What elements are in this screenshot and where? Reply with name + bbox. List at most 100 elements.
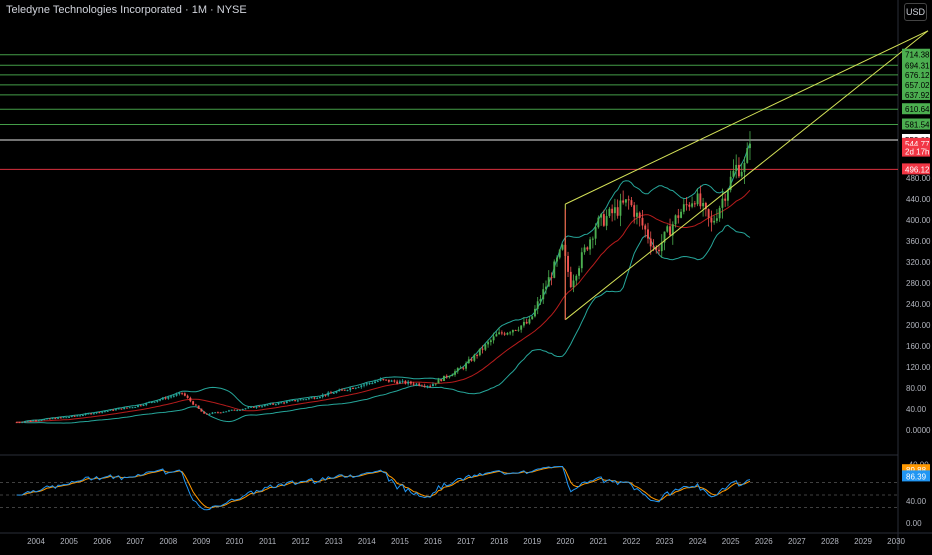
time-tick-label: 2008 (159, 537, 177, 546)
candle-body (669, 226, 671, 236)
candle-body (186, 395, 189, 398)
candle-body (688, 204, 691, 207)
candle-body (613, 207, 616, 214)
candle-body (509, 332, 512, 334)
candle-body (434, 383, 437, 385)
candle-body (382, 379, 385, 381)
price-tick-label: 320.00 (906, 258, 931, 267)
candle-body (702, 202, 705, 207)
candle-body (556, 257, 558, 262)
candle-body (103, 411, 106, 413)
candle-body (81, 414, 84, 416)
candle-body (291, 400, 294, 402)
candle-body (332, 392, 335, 394)
candle-body (167, 397, 170, 399)
candle-body (73, 415, 76, 417)
candle-body (500, 332, 503, 334)
candle-body (746, 148, 749, 163)
candle-body (310, 397, 313, 399)
candle-body (48, 418, 51, 420)
candle-body (514, 330, 517, 332)
chart-area[interactable]: 480.00 440.00 400.00 360.00 320.00 280.00 240.… (0, 0, 932, 550)
candle-body (205, 413, 208, 415)
candle-body (710, 217, 713, 223)
candle-body (203, 411, 206, 414)
candle-body (214, 412, 217, 414)
candle-body (404, 380, 407, 384)
candle-body (740, 171, 743, 177)
time-tick-label: 2017 (457, 537, 475, 546)
candle-body (398, 381, 401, 384)
candle-body (156, 400, 159, 402)
candle-body (454, 371, 456, 375)
time-tick-label: 2015 (391, 537, 409, 546)
candle-body (418, 383, 421, 386)
candle-body (354, 387, 357, 389)
candle-body (109, 409, 112, 411)
candle-body (443, 375, 445, 381)
candle-body (696, 193, 699, 205)
candle-body (274, 404, 277, 406)
candle-body (87, 413, 90, 415)
candle-body (682, 204, 685, 212)
price-badge-label: 676.12 (905, 71, 930, 80)
candle-body (534, 308, 536, 317)
candle-body (374, 381, 377, 384)
candle-body (216, 412, 219, 414)
candle-body (285, 401, 288, 403)
candle-body (76, 415, 79, 417)
time-tick-label: 2010 (226, 537, 244, 546)
candle-body (92, 413, 95, 415)
candle-body (153, 401, 156, 403)
candle-body (724, 198, 727, 201)
candle-body (611, 208, 614, 214)
candle-body (420, 385, 423, 387)
candle-body (37, 420, 40, 422)
chart-canvas[interactable]: 480.00 440.00 400.00 360.00 320.00 280.00 240.… (0, 0, 932, 550)
candle-body (569, 271, 572, 288)
candle-body (142, 404, 145, 406)
time-tick-label: 2014 (358, 537, 376, 546)
candle-body (313, 397, 316, 399)
candle-body (735, 164, 738, 171)
candle-body (649, 238, 652, 247)
candle-body (522, 321, 525, 326)
candle-body (484, 344, 487, 350)
candle-body (691, 203, 694, 207)
candle-body (580, 252, 583, 269)
candle-body (448, 376, 451, 378)
price-badge-label: 714.38 (905, 51, 930, 60)
candle-body (150, 402, 153, 404)
time-tick-label: 2028 (821, 537, 839, 546)
candle-body (489, 340, 492, 343)
rsi-tick-label: 0.00 (906, 519, 922, 528)
price-tick-label: 480.00 (906, 174, 931, 183)
candle-body (79, 415, 82, 417)
axes: 480.00 440.00 400.00 360.00 320.00 280.00 240.… (27, 174, 931, 546)
candle-body (327, 392, 330, 396)
candle-body (470, 359, 473, 361)
candle-body (536, 301, 539, 309)
candle-body (379, 379, 382, 381)
candle-body (211, 412, 214, 414)
rsi-value-label: 86.39 (906, 472, 927, 481)
candle-body (131, 407, 134, 409)
time-tick-label: 2005 (60, 537, 78, 546)
candle-body (189, 397, 192, 402)
horizontal-levels[interactable] (0, 54, 898, 170)
candle-body (591, 238, 594, 240)
candle-body (84, 413, 87, 415)
candle-body (743, 162, 746, 172)
candle-body (511, 330, 514, 333)
candle-body (558, 249, 561, 258)
candle-body (244, 408, 247, 410)
candle-body (219, 412, 222, 414)
wedge-lower-line (564, 30, 929, 321)
candle-body (666, 226, 669, 232)
price-tick-label: 80.00 (906, 384, 927, 393)
candle-body (385, 379, 388, 381)
currency-button[interactable]: USD (904, 3, 927, 21)
candle-body (459, 367, 462, 369)
candle-body (258, 406, 261, 408)
rising-wedge[interactable] (564, 30, 929, 321)
